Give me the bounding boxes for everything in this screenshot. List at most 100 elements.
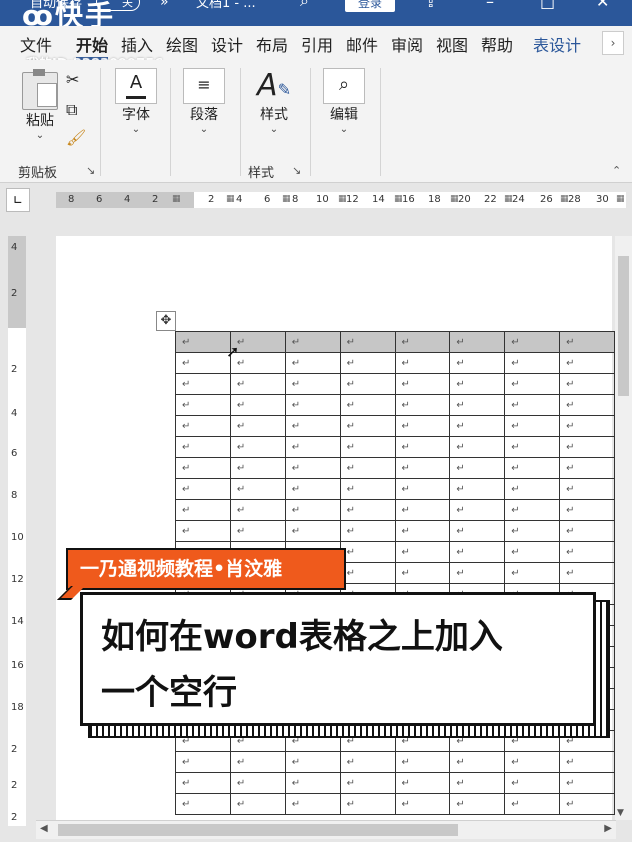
- table-cell[interactable]: ↵: [504, 520, 561, 542]
- table-row[interactable]: ↵↵↵↵↵↵↵↵: [175, 751, 615, 773]
- table-cell[interactable]: ↵: [175, 520, 231, 542]
- table-row[interactable]: ↵↵↵↵↵↵↵↵: [175, 772, 615, 794]
- table-cell[interactable]: ↵: [284, 436, 341, 458]
- table-row[interactable]: ↵↵↵↵↵↵↵↵: [175, 793, 615, 815]
- table-cell[interactable]: ↵: [284, 352, 341, 374]
- table-cell[interactable]: ↵: [394, 520, 451, 542]
- table-cell[interactable]: ↵: [284, 793, 341, 815]
- table-cell[interactable]: ↵: [394, 478, 451, 500]
- table-cell[interactable]: ↵: [339, 394, 396, 416]
- table-cell[interactable]: ↵: [449, 478, 506, 500]
- column-marker[interactable]: ▦: [172, 194, 181, 204]
- table-cell[interactable]: ↵: [229, 394, 286, 416]
- table-cell[interactable]: ↵: [449, 331, 506, 353]
- tab-selector-icon[interactable]: ∟: [6, 188, 30, 212]
- tab-table-design[interactable]: 表设计: [533, 32, 581, 56]
- table-cell[interactable]: ↵: [229, 793, 286, 815]
- table-cell[interactable]: ↵: [175, 331, 231, 353]
- table-cell[interactable]: ↵: [394, 772, 451, 794]
- table-cell[interactable]: ↵: [559, 520, 615, 542]
- table-cell[interactable]: ↵: [449, 541, 506, 563]
- maximize-icon[interactable]: □: [540, 0, 555, 11]
- table-cell[interactable]: ↵: [229, 436, 286, 458]
- table-cell[interactable]: ↵: [449, 499, 506, 521]
- vertical-ruler[interactable]: 4 2 2 4 6 8 10 12 14 16 18 2 2 2: [8, 236, 26, 826]
- table-cell[interactable]: ↵: [504, 478, 561, 500]
- table-row[interactable]: ↵↵↵↵↵↵↵↵: [175, 499, 615, 521]
- table-cell[interactable]: ↵: [394, 394, 451, 416]
- table-cell[interactable]: ↵: [175, 457, 231, 479]
- table-cell[interactable]: ↵: [284, 394, 341, 416]
- cut-icon[interactable]: ✂: [66, 70, 79, 89]
- table-cell[interactable]: ↵: [229, 772, 286, 794]
- table-cell[interactable]: ↵: [175, 352, 231, 374]
- table-cell[interactable]: ↵: [504, 331, 561, 353]
- minimize-icon[interactable]: –: [486, 0, 494, 11]
- table-cell[interactable]: ↵: [394, 793, 451, 815]
- table-cell[interactable]: ↵: [449, 751, 506, 773]
- table-cell[interactable]: ↵: [504, 541, 561, 563]
- tab-mailings[interactable]: 邮件: [346, 32, 378, 56]
- table-row[interactable]: ↵↵↵↵↵↵↵↵: [175, 457, 615, 479]
- search-icon[interactable]: ⌕: [300, 0, 309, 11]
- table-cell[interactable]: ↵: [175, 499, 231, 521]
- table-row[interactable]: ↵↵↵↵↵↵↵↵: [175, 394, 615, 416]
- paste-button[interactable]: 粘贴 ⌄: [18, 69, 62, 141]
- document-name[interactable]: 文档1 - ...: [196, 0, 256, 11]
- scroll-right-icon[interactable]: ▶: [604, 823, 612, 834]
- table-cell[interactable]: ↵: [504, 499, 561, 521]
- table-cell[interactable]: ↵: [504, 352, 561, 374]
- table-cell[interactable]: ↵: [339, 373, 396, 395]
- table-cell[interactable]: ↵: [339, 457, 396, 479]
- table-cell[interactable]: ↵: [229, 415, 286, 437]
- table-cell[interactable]: ↵: [504, 373, 561, 395]
- table-cell[interactable]: ↵: [449, 772, 506, 794]
- table-cell[interactable]: ↵: [559, 415, 615, 437]
- table-cell[interactable]: ↵: [339, 793, 396, 815]
- table-cell[interactable]: ↵: [449, 436, 506, 458]
- tab-review[interactable]: 审阅: [391, 32, 423, 56]
- table-cell[interactable]: ↵: [284, 520, 341, 542]
- table-cell[interactable]: ↵: [504, 772, 561, 794]
- clipboard-launcher-icon[interactable]: ↘: [86, 164, 95, 177]
- table-cell[interactable]: ↵: [229, 478, 286, 500]
- copy-icon[interactable]: ⧉: [66, 100, 77, 120]
- table-cell[interactable]: ↵: [394, 373, 451, 395]
- table-cell[interactable]: ↵: [394, 352, 451, 374]
- table-cell[interactable]: ↵: [229, 499, 286, 521]
- paragraph-button[interactable]: ≡ 段落 ⌄: [182, 68, 226, 135]
- table-cell[interactable]: ↵: [559, 751, 615, 773]
- table-cell[interactable]: ↵: [449, 394, 506, 416]
- table-cell[interactable]: ↵: [229, 520, 286, 542]
- table-cell[interactable]: ↵: [559, 457, 615, 479]
- table-cell[interactable]: ↵: [449, 793, 506, 815]
- table-cell[interactable]: ↵: [504, 562, 561, 584]
- table-cell[interactable]: ↵: [339, 562, 396, 584]
- collapse-ribbon-icon[interactable]: ⌃: [612, 164, 621, 177]
- table-cell[interactable]: ↵: [339, 415, 396, 437]
- table-cell[interactable]: ↵: [284, 772, 341, 794]
- table-cell[interactable]: ↵: [339, 772, 396, 794]
- table-cell[interactable]: ↵: [559, 436, 615, 458]
- tab-view[interactable]: 视图: [436, 32, 468, 56]
- table-cell[interactable]: ↵: [339, 541, 396, 563]
- table-cell[interactable]: ↵: [394, 331, 451, 353]
- table-row[interactable]: ↵↵↵↵↵↵↵↵: [175, 436, 615, 458]
- table-cell[interactable]: ↵: [504, 793, 561, 815]
- table-row[interactable]: ↵↵↵↵↵↵↵↵: [175, 352, 615, 374]
- table-cell[interactable]: ↵: [339, 436, 396, 458]
- quick-access-more-button[interactable]: »: [160, 0, 169, 10]
- table-cell[interactable]: ↵: [449, 352, 506, 374]
- table-cell[interactable]: ↵: [559, 793, 615, 815]
- styles-button[interactable]: A✎ 样式 ⌄: [252, 68, 296, 135]
- horizontal-scroll-thumb[interactable]: [58, 824, 458, 836]
- table-cell[interactable]: ↵: [284, 478, 341, 500]
- table-cell[interactable]: ↵: [175, 772, 231, 794]
- table-move-handle-icon[interactable]: ✥: [156, 311, 176, 331]
- table-cell[interactable]: ↵: [559, 499, 615, 521]
- table-cell[interactable]: ↵: [504, 751, 561, 773]
- login-button[interactable]: 登录: [345, 0, 395, 12]
- table-cell[interactable]: ↵: [559, 331, 615, 353]
- tab-scroll-right-icon[interactable]: ›: [602, 31, 624, 55]
- table-cell[interactable]: ↵: [339, 478, 396, 500]
